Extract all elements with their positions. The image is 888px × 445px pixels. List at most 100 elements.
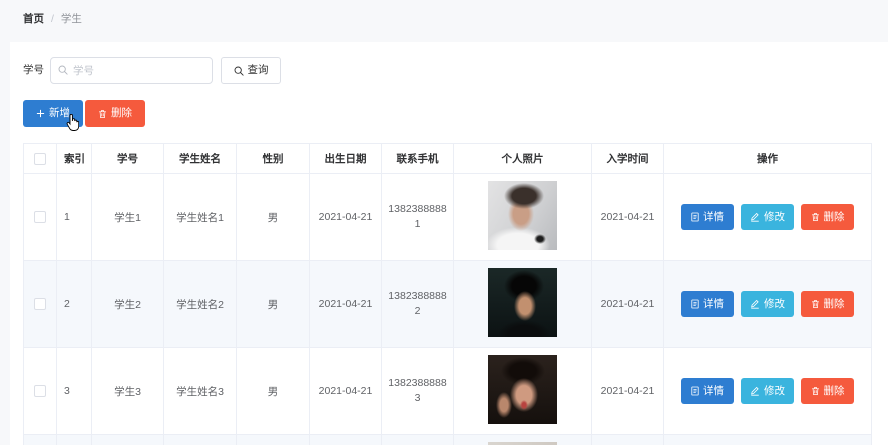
edit-button-label: 修改 [764,210,785,223]
table-cell [164,435,237,445]
cell-photo [454,435,592,445]
breadcrumb: 首页 / 学生 [23,12,82,26]
row-select-cell [24,174,57,260]
select-all-checkbox[interactable] [34,152,46,165]
trash-icon [98,109,107,119]
table-cell [92,435,164,445]
cell-birth-date: 2021-04-21 [310,261,382,347]
cell-gender: 男 [237,261,310,347]
edit-button-label: 修改 [764,297,785,310]
delete-button-label: 删除 [823,297,845,310]
cell-student-id: 学生1 [92,174,164,260]
table-row [24,435,871,445]
table-cell [237,435,310,445]
row-select-cell [24,348,57,434]
cell-index: 3 [57,348,92,434]
batch-delete-button[interactable]: 删除 [85,100,145,127]
row-checkbox[interactable] [34,211,46,223]
query-button-label: 查询 [247,64,269,77]
cell-phone: 13823888883 [382,348,454,434]
delete-button-label: 删除 [823,384,845,397]
cell-actions: 详情 修改 删除 [664,174,871,260]
detail-button-label: 详情 [703,297,724,310]
cell-enroll-date: 2021-04-21 [592,348,664,434]
breadcrumb-separator: / [51,13,54,25]
student-photo [488,268,557,337]
cell-student-name: 学生姓名1 [164,174,237,260]
delete-button[interactable]: 删除 [801,378,854,404]
cell-photo [454,261,592,347]
edit-icon [750,299,760,309]
cell-enroll-date: 2021-04-21 [592,261,664,347]
column-header-index: 索引 [57,144,92,173]
table-cell [57,435,92,445]
edit-button[interactable]: 修改 [741,378,794,404]
table-cell [310,435,382,445]
hand-pointer-icon [66,114,79,131]
table-row: 1 学生1 学生姓名1 男 2021-04-21 13823888881 202… [24,174,871,261]
edit-button-label: 修改 [764,384,785,397]
table-header: 索引 学号 学生姓名 性别 出生日期 联系手机 个人照片 入学时间 操作 [24,144,871,174]
search-field [50,57,213,84]
document-icon [691,212,699,222]
detail-button-label: 详情 [703,210,724,223]
column-header-photo: 个人照片 [454,144,592,173]
student-table: 索引 学号 学生姓名 性别 出生日期 联系手机 个人照片 入学时间 操作 1 学… [23,143,872,445]
column-header-birth-date: 出生日期 [310,144,382,173]
detail-button[interactable]: 详情 [681,204,734,230]
cell-student-id: 学生3 [92,348,164,434]
cell-photo [454,348,592,434]
document-icon [691,299,699,309]
detail-button[interactable]: 详情 [681,291,734,317]
phone-number: 13823888881 [388,203,447,230]
row-checkbox[interactable] [34,385,46,397]
column-header-student-name: 学生姓名 [164,144,237,173]
cell-gender: 男 [237,348,310,434]
student-photo [488,181,557,250]
search-icon [58,65,68,75]
cell-photo [454,174,592,260]
row-checkbox[interactable] [34,298,46,310]
edit-button[interactable]: 修改 [741,291,794,317]
cell-student-id: 学生2 [92,261,164,347]
cell-birth-date: 2021-04-21 [310,348,382,434]
edit-icon [750,212,760,222]
cell-actions: 详情 修改 删除 [664,261,871,347]
cell-student-name: 学生姓名2 [164,261,237,347]
breadcrumb-home-link[interactable]: 首页 [23,12,44,26]
cell-index: 1 [57,174,92,260]
phone-number: 13823888883 [388,377,447,404]
delete-button[interactable]: 删除 [801,204,854,230]
row-select-cell [24,261,57,347]
search-input[interactable] [50,57,213,84]
trash-icon [811,212,820,222]
cell-birth-date: 2021-04-21 [310,174,382,260]
column-header-gender: 性别 [237,144,310,173]
table-cell [592,435,664,445]
top-bar: 首页 / 学生 [0,0,888,42]
delete-button-label: 删除 [823,210,845,223]
table-row: 2 学生2 学生姓名2 男 2021-04-21 13823888882 202… [24,261,871,348]
plus-icon [36,109,45,118]
breadcrumb-current: 学生 [60,13,82,25]
cell-actions: 详情 修改 删除 [664,348,871,434]
table-row: 3 学生3 学生姓名3 男 2021-04-21 13823888883 202… [24,348,871,435]
query-button[interactable]: 查询 [221,57,281,84]
cell-enroll-date: 2021-04-21 [592,174,664,260]
table-cell [382,435,454,445]
column-header-student-id: 学号 [92,144,164,173]
column-header-actions: 操作 [757,153,778,165]
select-all-cell [24,144,57,173]
search-label: 学号 [23,64,44,76]
trash-icon [811,299,820,309]
column-header-phone: 联系手机 [382,144,454,173]
search-icon [234,66,244,76]
cell-gender: 男 [237,174,310,260]
detail-button-label: 详情 [703,384,724,397]
column-header-enroll-date: 入学时间 [592,144,664,173]
edit-button[interactable]: 修改 [741,204,794,230]
detail-button[interactable]: 详情 [681,378,734,404]
cell-student-name: 学生姓名3 [164,348,237,434]
delete-button[interactable]: 删除 [801,291,854,317]
cell-phone: 13823888881 [382,174,454,260]
